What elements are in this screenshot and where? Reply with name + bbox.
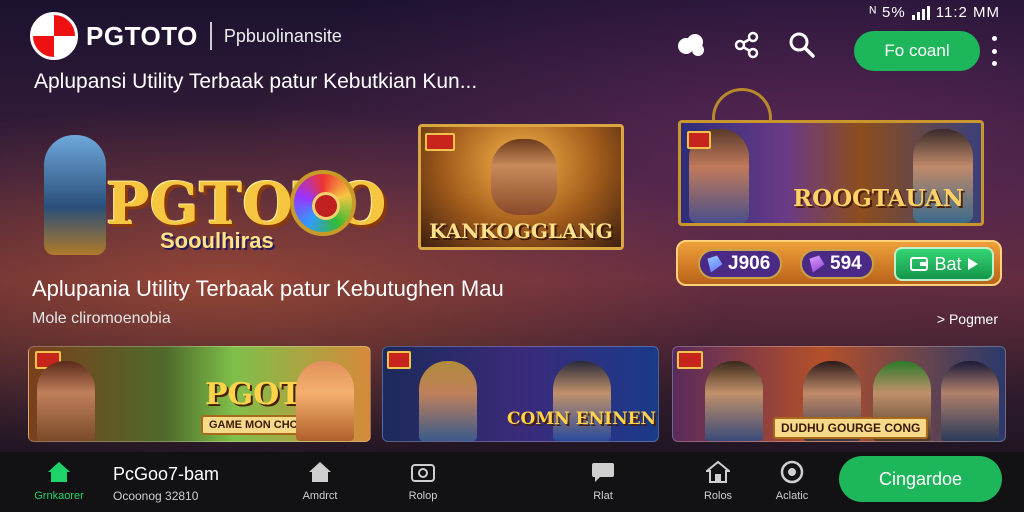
nav-item-label: Rolop — [408, 490, 438, 502]
nav-profile[interactable]: PcGoo7-bam Ocoonog 32810 — [113, 464, 219, 503]
stats-button-label: Bat — [934, 253, 962, 274]
badge-icon — [425, 133, 455, 151]
gem-icon — [703, 253, 724, 275]
game-character-image — [37, 361, 95, 441]
hero-character-image — [44, 135, 106, 255]
featured-character-image — [491, 139, 557, 215]
promo-card-title: ROOGTAUAN — [793, 185, 964, 212]
stat-pill-2: 594 — [800, 249, 874, 279]
nav-item-1[interactable]: Amdrct — [285, 460, 355, 502]
badge-icon — [677, 351, 703, 369]
featured-card-title: KANKOGGLANG — [429, 219, 613, 243]
house-icon — [307, 460, 333, 484]
game-card[interactable]: DUDHU GOURGE CONG — [672, 346, 1006, 442]
game-character-image — [296, 361, 354, 441]
nav-item-label: Rlat — [593, 490, 613, 502]
badge-icon — [387, 351, 411, 369]
game-card-title: COMN ENINEN — [507, 409, 657, 429]
stat-value-2: 594 — [830, 253, 862, 274]
more-vert-icon[interactable] — [988, 36, 1000, 66]
nav-item-label: Rolos — [703, 490, 733, 502]
nav-item-home[interactable]: Grnkaorer — [24, 460, 94, 502]
stats-bar: J906 594 Bat — [676, 240, 1002, 286]
gem-icon — [805, 253, 826, 275]
bottom-cta-button[interactable]: Cingardoe — [839, 456, 1002, 502]
nav-item-label: Aclatic — [775, 490, 809, 502]
nav-home-label: Grnkaorer — [34, 490, 84, 502]
nav-item-label: Amdrct — [302, 490, 338, 502]
arrow-right-icon — [967, 258, 978, 270]
section-subtitle: Mole cliromoenobia — [32, 310, 171, 327]
badge-icon — [687, 131, 711, 149]
header-cta-button[interactable]: Fo coanl — [854, 31, 980, 71]
share-icon[interactable] — [730, 28, 764, 62]
game-card-title: DUDHU GOURGE CONG — [773, 417, 929, 439]
game-character-image — [553, 361, 611, 441]
stat-value-1: J906 — [728, 253, 771, 274]
nav-item-4[interactable]: Rolos — [683, 460, 753, 502]
game-character-image — [419, 361, 477, 441]
store-icon — [705, 460, 731, 484]
featured-game-card[interactable]: KANKOGGLANG — [418, 124, 624, 250]
chat-icon — [590, 460, 616, 484]
stats-action-button[interactable]: Bat — [894, 247, 994, 281]
stat-pill-1: J906 — [698, 249, 783, 279]
status-time: 11:2 MM — [935, 4, 1000, 21]
status-text: ᴺ 5% — [869, 4, 906, 21]
game-card[interactable]: PGOTO GAME MON CHCAK — [28, 346, 371, 442]
game-card[interactable]: COMN ENINEN — [382, 346, 659, 442]
section-title: Aplupania Utility Terbaak patur Kebutugh… — [32, 276, 504, 301]
see-more-link[interactable]: > Pogmer — [937, 311, 998, 327]
profile-name: PcGoo7-bam — [113, 464, 220, 484]
cloud-share-icon[interactable] — [674, 28, 708, 62]
home-icon — [46, 460, 72, 484]
header-divider — [209, 22, 212, 50]
camera-icon — [410, 460, 436, 484]
tagline: Aplupansi Utility Terbaak patur Kebutkia… — [34, 70, 478, 93]
logo-icon — [30, 12, 78, 60]
wallet-icon — [910, 257, 929, 271]
signal-icon — [911, 5, 930, 20]
status-bar: ᴺ 5% 11:2 MM — [869, 4, 1000, 21]
game-character-image — [941, 361, 999, 441]
promo-card[interactable]: ROOGTAUAN — [678, 120, 984, 226]
nav-item-3[interactable]: Rlat — [568, 460, 638, 502]
logo-text: PGTOTO — [86, 20, 198, 51]
game-character-image — [705, 361, 763, 441]
hero-wheel-icon — [290, 170, 356, 236]
search-icon[interactable] — [785, 28, 819, 62]
header-subtitle: Ppbuolinansite — [223, 25, 342, 46]
profile-subtitle: Ocoonog 32810 — [113, 489, 199, 503]
record-icon — [779, 460, 805, 484]
app-logo[interactable]: PGTOTO Ppbuolinansite — [30, 12, 342, 60]
nav-item-5[interactable]: Aclatic — [757, 460, 827, 502]
nav-item-2[interactable]: Rolop — [388, 460, 458, 502]
hero-logo-subtitle: Sooulhiras — [160, 228, 274, 253]
